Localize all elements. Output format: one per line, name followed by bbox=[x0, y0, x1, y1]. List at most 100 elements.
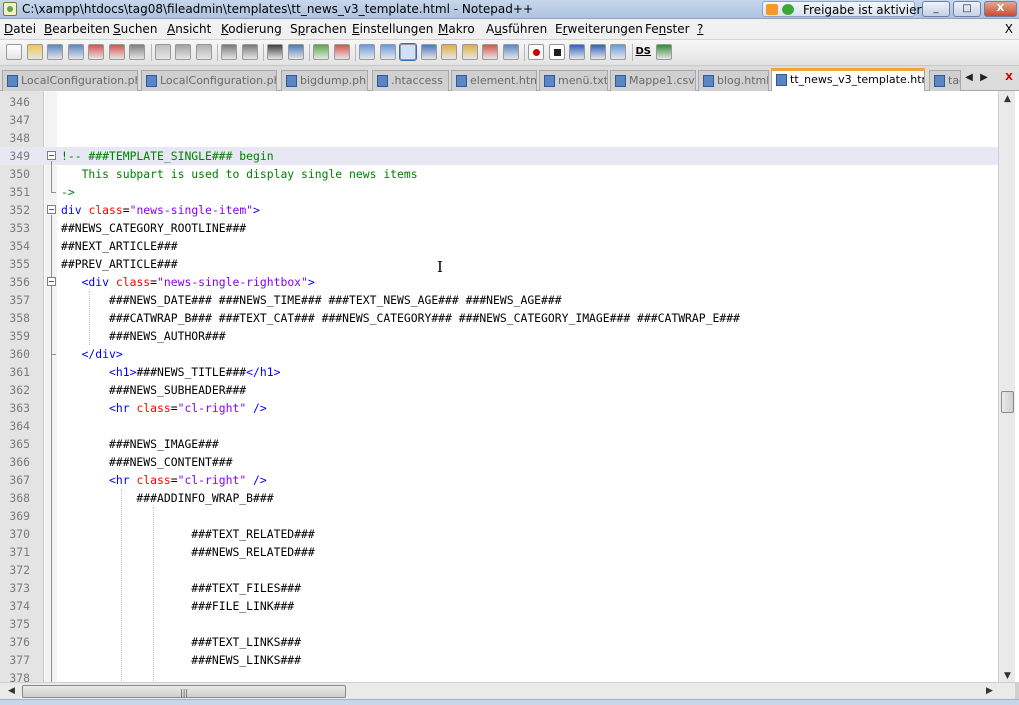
tab-7[interactable]: blog.html bbox=[698, 70, 769, 91]
menu-item-6[interactable]: Einstellungen bbox=[352, 22, 433, 36]
code-line[interactable]: 346 bbox=[0, 93, 998, 111]
scroll-up-button[interactable]: ▲ bbox=[999, 91, 1016, 108]
code-line[interactable]: 352 div class="news-single-item"> bbox=[0, 201, 998, 219]
sync-horizontal-icon[interactable] bbox=[379, 44, 396, 60]
record-macro-icon[interactable] bbox=[528, 44, 544, 60]
zoom-in-icon[interactable] bbox=[313, 44, 329, 60]
share-status-badge[interactable]: Freigabe ist aktiviert bbox=[762, 1, 926, 17]
code-line[interactable]: 350 This subpart is used to display sing… bbox=[0, 165, 998, 183]
tab-scroll-right-button[interactable]: ▶ bbox=[978, 72, 990, 85]
cut-icon[interactable] bbox=[154, 44, 171, 60]
menu-item-0[interactable]: Datei bbox=[4, 22, 36, 36]
open-file-icon[interactable] bbox=[26, 44, 43, 60]
close-window-button[interactable]: X bbox=[984, 1, 1017, 17]
stop-record-icon[interactable] bbox=[548, 44, 565, 60]
menu-item-5[interactable]: Sprachen bbox=[290, 22, 347, 36]
copy-icon[interactable] bbox=[175, 44, 191, 60]
menu-item-1[interactable]: Bearbeiten bbox=[44, 22, 110, 36]
code-line[interactable]: 347 bbox=[0, 111, 998, 129]
code-line[interactable]: 355 ##PREV_ARTICLE### bbox=[0, 255, 998, 273]
menu-item-9[interactable]: Erweiterungen bbox=[555, 22, 643, 36]
title-bar[interactable]: C:\xampp\htdocs\tag08\fileadmin\template… bbox=[0, 0, 1019, 19]
print-icon[interactable] bbox=[129, 44, 145, 60]
code-line[interactable]: 361 <h1>###NEWS_TITLE###</h1> bbox=[0, 363, 998, 381]
close-icon[interactable] bbox=[88, 44, 104, 60]
menu-item-3[interactable]: Ansicht bbox=[167, 22, 211, 36]
code-line[interactable]: 351 -> bbox=[0, 183, 998, 201]
menu-item-7[interactable]: Makro bbox=[438, 22, 475, 36]
redo-icon[interactable] bbox=[241, 44, 258, 60]
fold-toggle-icon[interactable]: − bbox=[47, 205, 56, 214]
function-list-icon[interactable] bbox=[502, 44, 519, 60]
tab-5[interactable]: menü.txt bbox=[539, 70, 608, 91]
undo-icon[interactable] bbox=[221, 44, 237, 60]
code-line[interactable]: 354 ##NEXT_ARTICLE### bbox=[0, 237, 998, 255]
menu-item-11[interactable]: ? bbox=[697, 22, 703, 36]
code-line[interactable]: 371 ###NEWS_RELATED### bbox=[0, 543, 998, 561]
tab-9[interactable]: tag13dl bbox=[929, 70, 961, 91]
code-line[interactable]: 374 ###FILE_LINK### bbox=[0, 597, 998, 615]
code-line[interactable]: 362 ###NEWS_SUBHEADER### bbox=[0, 381, 998, 399]
vertical-scroll-thumb[interactable] bbox=[1001, 391, 1014, 413]
save-all-icon[interactable] bbox=[67, 44, 84, 60]
new-file-icon[interactable] bbox=[6, 44, 22, 60]
notepadpp-icon[interactable] bbox=[3, 2, 17, 16]
minimize-button[interactable]: _ bbox=[922, 1, 950, 17]
menu-item-10[interactable]: Fenster bbox=[645, 22, 690, 36]
run-macro-multiple-icon[interactable] bbox=[589, 44, 606, 60]
indent-guide-icon[interactable] bbox=[441, 44, 457, 60]
ds-plugin-icon[interactable]: DS bbox=[636, 44, 652, 60]
tab-1[interactable]: LocalConfiguration.php bbox=[141, 70, 277, 91]
close-document-button[interactable]: X bbox=[1005, 22, 1013, 36]
code-line[interactable]: 367 <hr class="cl-right" /> bbox=[0, 471, 998, 489]
code-line[interactable]: 370 ###TEXT_RELATED### bbox=[0, 525, 998, 543]
code-line[interactable]: 368 ###ADDINFO_WRAP_B### bbox=[0, 489, 998, 507]
doc-map-icon[interactable] bbox=[482, 44, 498, 60]
code-line[interactable]: 363 <hr class="cl-right" /> bbox=[0, 399, 998, 417]
user-lang-icon[interactable] bbox=[461, 44, 478, 60]
tab-3[interactable]: .htaccess bbox=[372, 70, 449, 91]
find-icon[interactable] bbox=[267, 44, 283, 60]
word-wrap-icon[interactable] bbox=[399, 43, 417, 61]
spell-check-icon[interactable] bbox=[656, 44, 672, 60]
tab-0[interactable]: LocalConfiguration.php bbox=[2, 70, 138, 91]
scroll-right-button[interactable]: ▶ bbox=[981, 683, 998, 700]
code-line[interactable]: 366 ###NEWS_CONTENT### bbox=[0, 453, 998, 471]
zoom-out-icon[interactable] bbox=[333, 44, 350, 60]
scroll-left-button[interactable]: ◀ bbox=[3, 683, 20, 700]
replace-icon[interactable] bbox=[287, 44, 304, 60]
vertical-scrollbar[interactable]: ▲ ▼ bbox=[998, 91, 1015, 685]
code-editor[interactable]: 346 347 348 349 !-- ###TEMPLATE_SINGLE### be… bbox=[0, 91, 1019, 685]
play-macro-icon[interactable] bbox=[569, 44, 585, 60]
menu-item-4[interactable]: Kodierung bbox=[221, 22, 282, 36]
maximize-button[interactable]: □ bbox=[953, 1, 981, 17]
code-line[interactable]: 376 ###TEXT_LINKS### bbox=[0, 633, 998, 651]
paste-icon[interactable] bbox=[195, 44, 212, 60]
code-line[interactable]: 356 <div class="news-single-rightbox"> bbox=[0, 273, 998, 291]
save-icon[interactable] bbox=[47, 44, 63, 60]
save-macro-icon[interactable] bbox=[610, 44, 626, 60]
code-line[interactable]: 372 bbox=[0, 561, 998, 579]
menu-item-8[interactable]: Ausführen bbox=[486, 22, 547, 36]
code-line[interactable]: 375 bbox=[0, 615, 998, 633]
code-line[interactable]: 357 ###NEWS_DATE### ###NEWS_TIME### ###T… bbox=[0, 291, 998, 309]
code-line[interactable]: 348 bbox=[0, 129, 998, 147]
horizontal-scrollbar[interactable]: ◀ ||| ▶ bbox=[0, 682, 1015, 699]
code-line[interactable]: 358 ###CATWRAP_B### ###TEXT_CAT### ###NE… bbox=[0, 309, 998, 327]
sync-vertical-icon[interactable] bbox=[359, 44, 375, 60]
code-line[interactable]: 360 </div> bbox=[0, 345, 998, 363]
tab-6[interactable]: Mappe1.csv bbox=[610, 70, 696, 91]
code-line[interactable]: 377 ###NEWS_LINKS### bbox=[0, 651, 998, 669]
tab-4[interactable]: element.html bbox=[451, 70, 537, 91]
horizontal-scroll-thumb[interactable]: ||| bbox=[22, 685, 346, 698]
menu-item-2[interactable]: Suchen bbox=[113, 22, 157, 36]
show-all-chars-icon[interactable] bbox=[420, 44, 437, 60]
code-line[interactable]: 364 bbox=[0, 417, 998, 435]
fold-toggle-icon[interactable]: − bbox=[47, 151, 56, 160]
code-line[interactable]: 349 !-- ###TEMPLATE_SINGLE### begin bbox=[0, 147, 998, 165]
code-line[interactable]: 369 bbox=[0, 507, 998, 525]
code-line[interactable]: 353 ##NEWS_CATEGORY_ROOTLINE### bbox=[0, 219, 998, 237]
code-line[interactable]: 365 ###NEWS_IMAGE### bbox=[0, 435, 998, 453]
fold-toggle-icon[interactable]: − bbox=[47, 277, 56, 286]
code-line[interactable]: 373 ###TEXT_FILES### bbox=[0, 579, 998, 597]
